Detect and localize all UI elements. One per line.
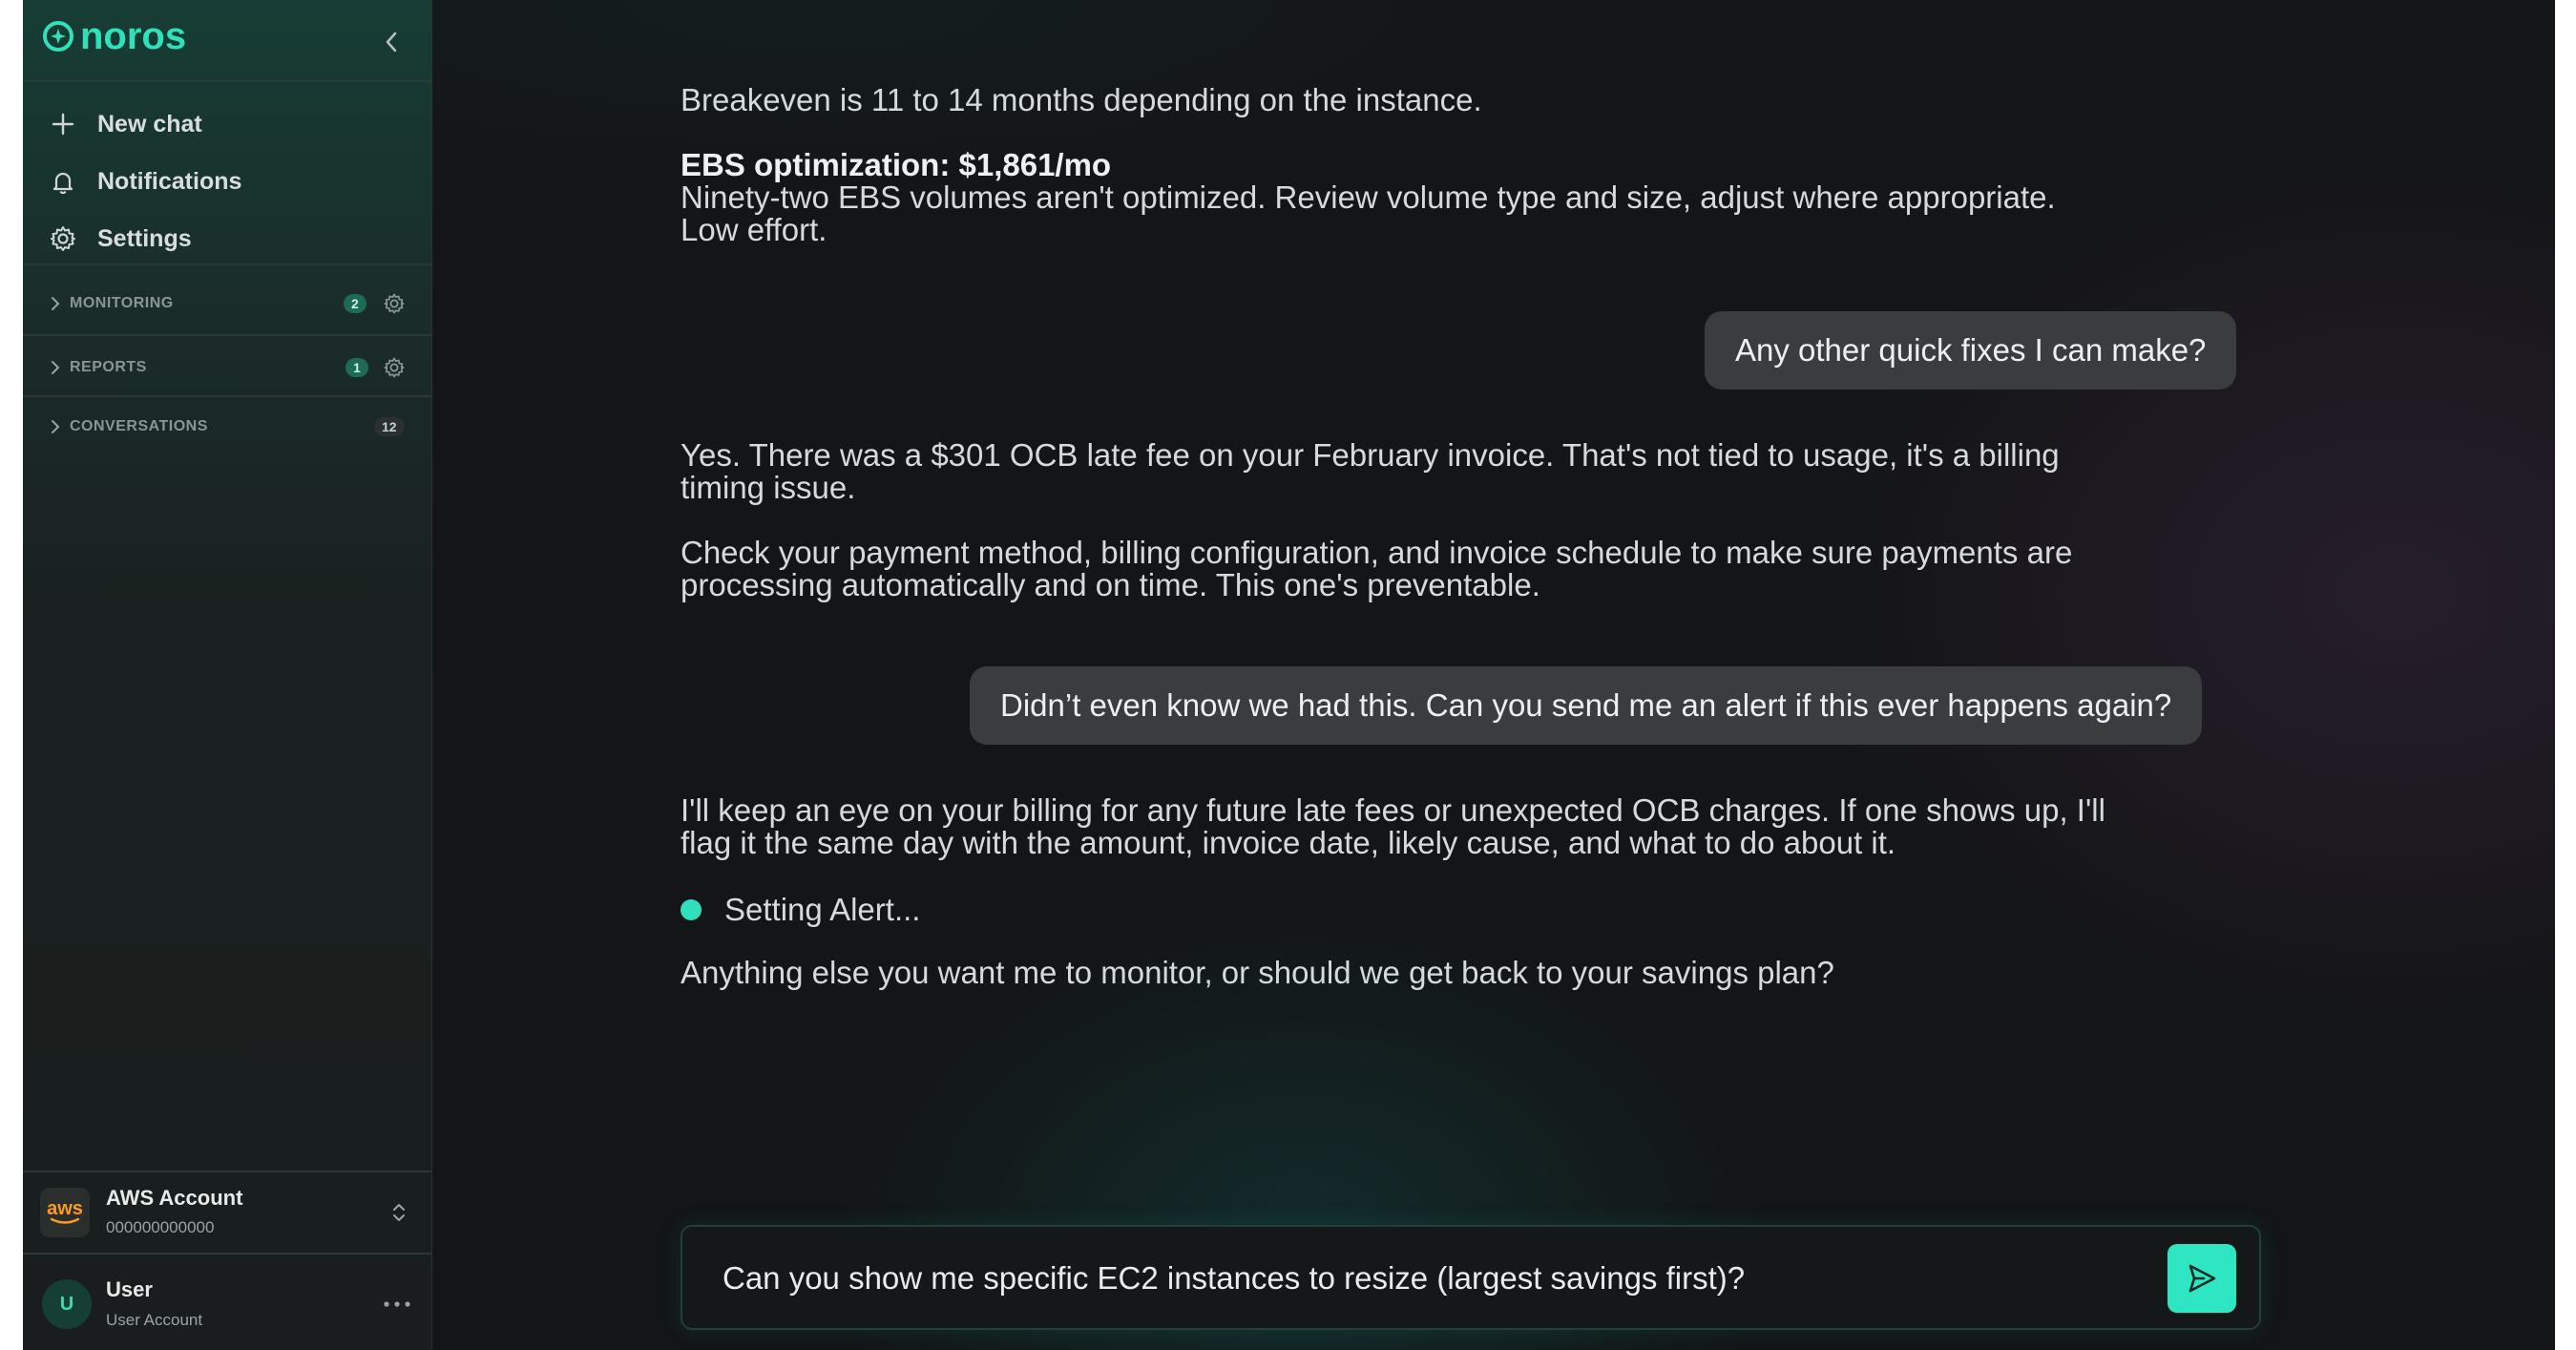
notifications-label: Notifications bbox=[97, 167, 242, 195]
chevron-right-icon bbox=[46, 294, 65, 313]
user-name: User bbox=[106, 1277, 153, 1301]
collapse-sidebar-button[interactable] bbox=[372, 23, 410, 61]
brand-logo[interactable]: noros bbox=[42, 17, 186, 55]
assistant-message: EBS optimization: $1,861/mo Ninety-two E… bbox=[681, 149, 2169, 246]
app-window: noros New chat Notifications Settings MO… bbox=[23, 0, 2555, 1350]
sidebar-divider bbox=[23, 334, 431, 336]
settings-button[interactable]: Settings bbox=[23, 210, 431, 267]
section-reports[interactable]: REPORTS 1 bbox=[23, 337, 431, 398]
assistant-message: Breakeven is 11 to 14 months depending o… bbox=[681, 84, 2169, 116]
section-conversations[interactable]: CONVERSATIONS 12 bbox=[23, 396, 431, 457]
assistant-message: Yes. There was a $301 OCB late fee on yo… bbox=[681, 439, 2169, 504]
new-chat-label: New chat bbox=[97, 110, 202, 137]
chevron-right-icon bbox=[46, 358, 65, 377]
new-chat-button[interactable]: New chat bbox=[23, 95, 431, 153]
status-dot-icon bbox=[681, 899, 702, 920]
assistant-message: Check your payment method, billing confi… bbox=[681, 537, 2169, 601]
reports-settings-icon[interactable] bbox=[382, 355, 407, 380]
account-switcher[interactable]: aws AWS Account 000000000000 bbox=[23, 1171, 431, 1255]
sidebar-divider bbox=[23, 264, 431, 265]
assistant-message: Anything else you want me to monitor, or… bbox=[681, 957, 2169, 989]
message-heading: EBS optimization: $1,861/mo bbox=[681, 147, 1112, 182]
user-message-bubble: Didn’t even know we had this. Can you se… bbox=[970, 666, 2203, 745]
chevron-up-down-icon[interactable] bbox=[386, 1199, 412, 1226]
count-badge: 2 bbox=[344, 294, 367, 313]
message-text: Didn’t even know we had this. Can you se… bbox=[1000, 687, 2172, 723]
aws-smile-icon bbox=[50, 1217, 80, 1224]
logo-icon bbox=[43, 21, 73, 52]
message-composer[interactable]: Can you show me specific EC2 instances t… bbox=[681, 1225, 2261, 1330]
plus-icon bbox=[48, 109, 78, 139]
assistant-message: I'll keep an eye on your billing for any… bbox=[681, 794, 2169, 859]
message-text: Anything else you want me to monitor, or… bbox=[681, 955, 1834, 990]
sidebar-nav: New chat Notifications Settings bbox=[23, 95, 431, 267]
avatar: U bbox=[42, 1279, 92, 1329]
account-id: 000000000000 bbox=[106, 1218, 215, 1236]
message-input[interactable]: Can you show me specific EC2 instances t… bbox=[723, 1261, 1745, 1296]
user-profile[interactable]: U User User Account bbox=[23, 1253, 431, 1350]
gear-icon bbox=[48, 223, 78, 254]
sidebar: noros New chat Notifications Settings MO… bbox=[23, 0, 432, 1350]
aws-logo: aws bbox=[40, 1188, 90, 1237]
message-text: timing issue. bbox=[681, 470, 856, 505]
section-label: CONVERSATIONS bbox=[70, 418, 208, 434]
send-button[interactable] bbox=[2168, 1244, 2236, 1313]
more-options-icon[interactable] bbox=[378, 1291, 416, 1318]
monitoring-settings-icon[interactable] bbox=[382, 291, 407, 316]
settings-label: Settings bbox=[97, 224, 192, 252]
notifications-button[interactable]: Notifications bbox=[23, 153, 431, 210]
send-icon bbox=[2189, 1264, 2216, 1293]
count-badge: 1 bbox=[346, 358, 368, 377]
message-text: Breakeven is 11 to 14 months depending o… bbox=[681, 82, 1482, 117]
message-text: flag it the same day with the amount, in… bbox=[681, 825, 1896, 860]
section-label: REPORTS bbox=[70, 359, 147, 375]
message-text: Check your payment method, billing confi… bbox=[681, 535, 2073, 570]
section-monitoring[interactable]: MONITORING 2 bbox=[23, 273, 431, 334]
message-text: Low effort. bbox=[681, 212, 827, 247]
brand-name: noros bbox=[80, 15, 187, 57]
bell-icon bbox=[48, 166, 78, 197]
account-name: AWS Account bbox=[106, 1186, 243, 1210]
chevron-left-icon bbox=[386, 32, 397, 53]
message-text: Yes. There was a $301 OCB late fee on yo… bbox=[681, 437, 2060, 473]
message-text: Ninety-two EBS volumes aren't optimized.… bbox=[681, 179, 2056, 215]
user-message-bubble: Any other quick fixes I can make? bbox=[1705, 311, 2237, 390]
sidebar-header: noros bbox=[23, 0, 431, 82]
chevron-right-icon bbox=[46, 417, 65, 436]
user-subtitle: User Account bbox=[106, 1311, 203, 1329]
section-label: MONITORING bbox=[70, 295, 174, 311]
status-text: Setting Alert... bbox=[724, 892, 921, 927]
message-text: Any other quick fixes I can make? bbox=[1735, 332, 2207, 368]
message-text: I'll keep an eye on your billing for any… bbox=[681, 792, 2105, 828]
message-text: processing automatically and on time. Th… bbox=[681, 567, 1540, 602]
alert-status: Setting Alert... bbox=[681, 892, 920, 928]
count-badge: 12 bbox=[374, 417, 405, 436]
chat-main: Breakeven is 11 to 14 months depending o… bbox=[432, 0, 2555, 1350]
